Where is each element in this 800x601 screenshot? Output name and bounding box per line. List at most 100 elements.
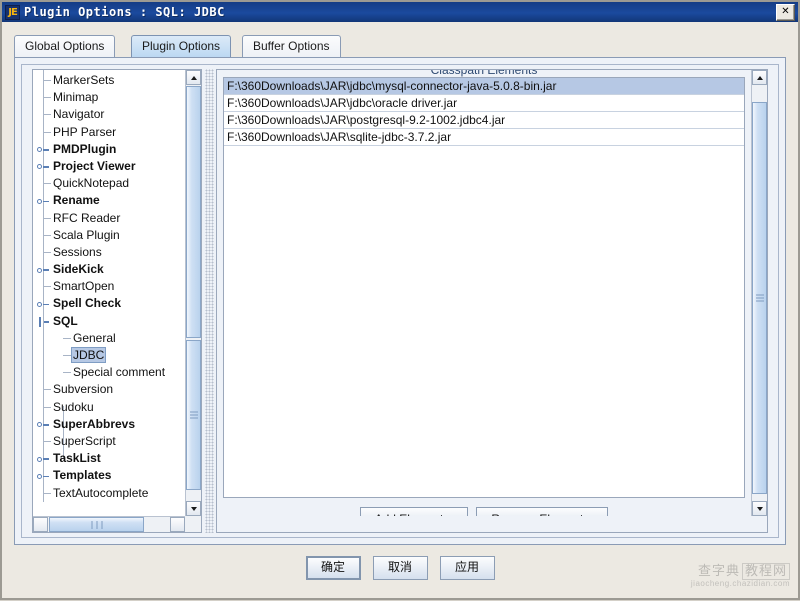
tree-scroll-thumb[interactable] (186, 340, 201, 490)
tree-item[interactable]: SmartOpen (33, 278, 185, 295)
tab-buffer-options[interactable]: Buffer Options (242, 35, 341, 57)
tree-item[interactable]: SuperAbbrevs (33, 416, 185, 433)
classpath-vertical-scrollbar[interactable] (751, 70, 767, 516)
tree-collapsed-handle-icon[interactable] (37, 162, 49, 172)
tree-horizontal-scrollbar[interactable] (33, 516, 185, 532)
tree-item[interactable]: MarkerSets (33, 72, 185, 89)
arrow-down-icon (191, 507, 197, 511)
tree-item[interactable]: Sessions (33, 244, 185, 261)
classpath-scroll-thumb[interactable] (752, 102, 767, 494)
tree-item[interactable]: QuickNotepad (33, 175, 185, 192)
tree-item[interactable]: JDBC (33, 347, 185, 364)
add-element-button[interactable]: Add Element... (360, 507, 469, 516)
classpath-scroll-up-button[interactable] (752, 70, 767, 85)
arrow-right-icon (175, 522, 181, 528)
handle-ring (37, 147, 42, 152)
tree-item[interactable]: SQL (33, 313, 185, 330)
tree-item[interactable]: Scala Plugin (33, 227, 185, 244)
jedit-icon-text: JE (6, 6, 19, 19)
classpath-list-item[interactable]: F:\360Downloads\JAR\jdbc\mysql-connector… (224, 78, 744, 95)
tree-collapsed-handle-icon[interactable] (37, 454, 49, 464)
ok-button[interactable]: 确定 (306, 556, 361, 580)
scrollbar-corner (185, 516, 201, 532)
tree-collapsed-handle-icon[interactable] (37, 471, 49, 481)
handle-ring (37, 268, 42, 273)
plugin-options-dialog: JE Plugin Options : SQL: JDBC ✕ Global O… (0, 0, 800, 600)
classpath-list-item[interactable]: F:\360Downloads\JAR\jdbc\oracle driver.j… (224, 95, 744, 112)
apply-button[interactable]: 应用 (440, 556, 495, 580)
tree-connector-line (43, 97, 51, 98)
classpath-list-empty-area[interactable] (224, 146, 744, 497)
tree-item[interactable]: PHP Parser (33, 124, 185, 141)
handle-stem (43, 149, 49, 151)
plugin-tree[interactable]: MarkerSetsMinimapNavigator PHP Parser PMDP… (33, 70, 185, 502)
tree-item[interactable]: Subversion (33, 381, 185, 398)
tree-item[interactable]: Project Viewer (33, 158, 185, 175)
tree-item[interactable]: Sudoku (33, 399, 185, 416)
tree-connector-line (43, 183, 51, 184)
arrow-down-icon (757, 507, 763, 511)
tree-vertical-scrollbar[interactable] (185, 70, 201, 516)
classpath-viewport: Classpath Elements F:\360Downloads\JAR\j… (217, 70, 751, 516)
tree-item[interactable]: TextAutocomplete (33, 485, 185, 502)
tree-connector-line (43, 252, 51, 253)
split-pane-divider[interactable] (205, 69, 214, 533)
tree-item[interactable]: PMDPlugin (33, 141, 185, 158)
tree-scroll-left-button[interactable] (33, 517, 48, 532)
tree-item[interactable]: TaskList (33, 450, 185, 467)
title-bar[interactable]: JE Plugin Options : SQL: JDBC ✕ (2, 2, 798, 22)
tree-scroll-down-button[interactable] (186, 501, 201, 516)
tree-item[interactable]: General (33, 330, 185, 347)
tree-item-label: PHP Parser (51, 125, 118, 139)
cancel-button[interactable]: 取消 (373, 556, 428, 580)
tab-global-options[interactable]: Global Options (14, 35, 115, 57)
arrow-up-icon (757, 76, 763, 80)
remove-element-button[interactable]: Remove Element... (476, 507, 608, 516)
tree-item-label: Templates (51, 468, 113, 482)
tree-item-label: Navigator (51, 107, 106, 121)
tree-item[interactable]: SideKick (33, 261, 185, 278)
classpath-list[interactable]: F:\360Downloads\JAR\jdbc\mysql-connector… (223, 77, 745, 498)
tree-item[interactable]: Templates (33, 467, 185, 484)
tree-item-label: Scala Plugin (51, 228, 122, 242)
classpath-list-item[interactable]: F:\360Downloads\JAR\postgresql-9.2-1002.… (224, 112, 744, 129)
tree-item-label: SuperScript (51, 434, 118, 448)
classpath-list-item[interactable]: F:\360Downloads\JAR\sqlite-jdbc-3.7.2.ja… (224, 129, 744, 146)
tree-scroll-right-button[interactable] (170, 517, 185, 532)
tree-hscroll-thumb[interactable] (49, 517, 144, 532)
options-inner-panel: MarkerSetsMinimapNavigator PHP Parser PMDP… (21, 64, 779, 538)
handle-stem (43, 458, 49, 460)
tree-collapsed-handle-icon[interactable] (37, 299, 49, 309)
classpath-panel: Classpath Elements F:\360Downloads\JAR\j… (216, 69, 768, 533)
tree-item[interactable]: Spell Check (33, 295, 185, 312)
handle-bar (39, 317, 41, 327)
tab-plugin-options[interactable]: Plugin Options (131, 35, 231, 57)
handle-stem (43, 424, 49, 426)
tree-item[interactable]: Navigator (33, 106, 185, 123)
tree-collapsed-handle-icon[interactable] (37, 145, 49, 155)
handle-ring (37, 474, 42, 479)
tree-item-label: JDBC (71, 347, 106, 363)
tree-item[interactable]: Minimap (33, 89, 185, 106)
tree-collapsed-handle-icon[interactable] (37, 196, 49, 206)
tree-connector-line (43, 114, 51, 115)
tree-item[interactable]: RFC Reader (33, 210, 185, 227)
close-icon: ✕ (777, 5, 794, 20)
tree-item[interactable]: SuperScript (33, 433, 185, 450)
tree-item-label: SuperAbbrevs (51, 417, 137, 431)
tree-connector-line (43, 389, 51, 390)
tree-item-label: RFC Reader (51, 211, 122, 225)
plugin-tree-viewport: MarkerSetsMinimapNavigator PHP Parser PMDP… (33, 70, 185, 516)
tree-collapsed-handle-icon[interactable] (37, 265, 49, 275)
tree-item-label: Project Viewer (51, 159, 138, 173)
tree-scroll-up-button[interactable] (186, 70, 201, 85)
close-button[interactable]: ✕ (776, 4, 795, 21)
tree-connector-line (43, 80, 51, 81)
handle-stem (43, 304, 49, 306)
tree-item[interactable]: Special comment (33, 364, 185, 381)
tree-item[interactable]: Rename (33, 192, 185, 209)
tree-expanded-handle-icon[interactable] (37, 317, 49, 327)
tree-scroll-thumb-upper[interactable] (186, 86, 201, 338)
classpath-scroll-down-button[interactable] (752, 501, 767, 516)
tree-collapsed-handle-icon[interactable] (37, 420, 49, 430)
